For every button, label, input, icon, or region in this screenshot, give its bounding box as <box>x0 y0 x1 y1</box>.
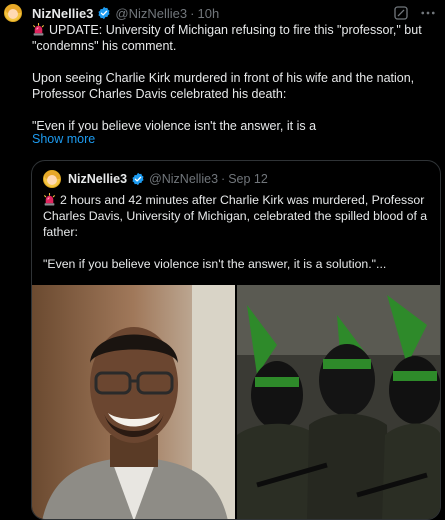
quoted-tweet[interactable]: NizNellie3 @NizNellie3 · Sep 12 2 hours … <box>31 160 441 520</box>
show-more-link[interactable]: Show more <box>32 132 95 146</box>
quoted-text-line1: 2 hours and 42 minutes after Charlie Kir… <box>43 193 428 239</box>
author-avatar[interactable] <box>4 4 22 22</box>
portrait-photo[interactable] <box>32 285 235 519</box>
siren-icon <box>33 23 44 36</box>
militants-photo[interactable] <box>237 285 440 519</box>
quoted-tweet-header: NizNellie3 @NizNellie3 · Sep 12 <box>68 172 268 186</box>
quoted-tweet-text: 2 hours and 42 minutes after Charlie Kir… <box>43 192 433 288</box>
verified-badge-icon <box>98 6 110 20</box>
grok-icon[interactable] <box>393 5 409 21</box>
tweet-text: UPDATE: University of Michigan refusing … <box>32 22 437 150</box>
tweet-header: NizNellie3 @NizNellie3 · 10h <box>32 5 220 21</box>
quoted-tweet-timestamp[interactable]: Sep 12 <box>228 172 268 186</box>
tweet-text-line1: UPDATE: University of Michigan refusing … <box>32 23 422 53</box>
quoted-author-handle[interactable]: @NizNellie3 <box>149 172 218 186</box>
quoted-author-avatar[interactable] <box>43 170 61 188</box>
siren-icon <box>44 193 55 206</box>
author-handle[interactable]: @NizNellie3 <box>115 6 187 21</box>
tweet[interactable]: NizNellie3 @NizNellie3 · 10h UPDATE: Uni… <box>0 0 445 520</box>
more-options-icon[interactable] <box>419 4 437 22</box>
tweet-text-line2: Upon seeing Charlie Kirk murdered in fro… <box>32 71 415 101</box>
verified-badge-icon <box>132 172 144 186</box>
quoted-text-line2: "Even if you believe violence isn't the … <box>43 257 387 271</box>
quoted-author-name[interactable]: NizNellie3 <box>68 172 127 186</box>
tweet-timestamp[interactable]: 10h <box>197 6 219 21</box>
media-grid <box>32 285 440 519</box>
author-name[interactable]: NizNellie3 <box>32 6 93 21</box>
